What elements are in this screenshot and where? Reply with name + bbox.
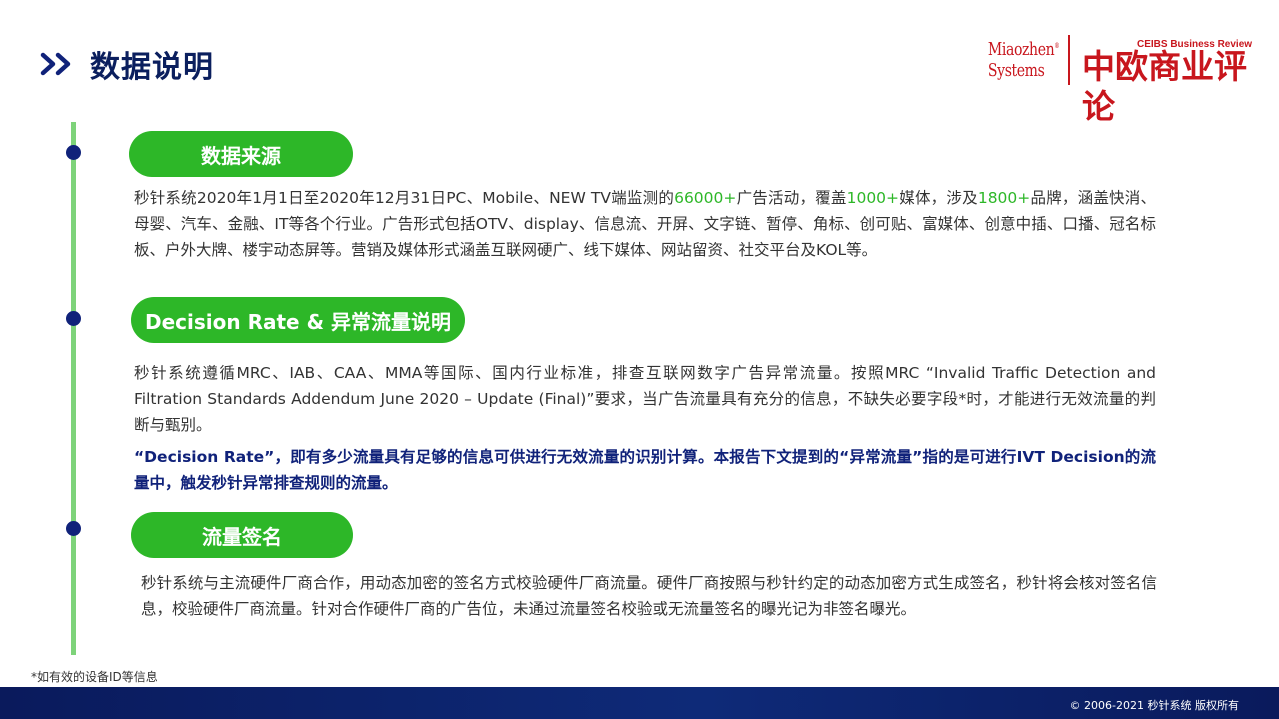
- miaozhen-logo: Miaozhen® Systems: [987, 39, 1060, 81]
- footnote: *如有效的设备ID等信息: [31, 670, 158, 684]
- decision-rate-text: 秒针系统遵循MRC、IAB、CAA、MMA等国际、国内行业标准，排查互联网数字广…: [134, 364, 1156, 434]
- copyright-text: © 2006-2021 秒针系统 版权所有: [1069, 699, 1239, 712]
- section-label-traffic-signature: 流量签名: [131, 512, 353, 558]
- footer-bar: © 2006-2021 秒针系统 版权所有: [0, 687, 1279, 719]
- data-source-text: 秒针系统2020年1月1日至2020年12月31日PC、Mobile、NEW T…: [134, 189, 1156, 259]
- logo-divider: [1068, 35, 1070, 85]
- section-label-data-source: 数据来源: [129, 131, 353, 177]
- timeline-dot-decision: [66, 311, 81, 326]
- section-label-decision-rate: Decision Rate & 异常流量说明: [131, 297, 465, 343]
- ceibs-logo-chinese: 中欧商业评论: [1082, 47, 1247, 126]
- page-title: 数据说明: [90, 50, 214, 85]
- traffic-signature-text: 秒针系统与主流硬件厂商合作，用动态加密的签名方式校验硬件厂商流量。硬件厂商按照与…: [141, 574, 1157, 618]
- timeline-dot-source: [66, 145, 81, 160]
- page-header: 数据说明: [40, 42, 214, 86]
- double-chevron-right-icon: [40, 52, 71, 76]
- decision-rate-definition: “Decision Rate”，即有多少流量具有足够的信息可供进行无效流量的识别…: [134, 448, 1156, 492]
- timeline-line: [71, 122, 76, 655]
- timeline-dot-signature: [66, 521, 81, 536]
